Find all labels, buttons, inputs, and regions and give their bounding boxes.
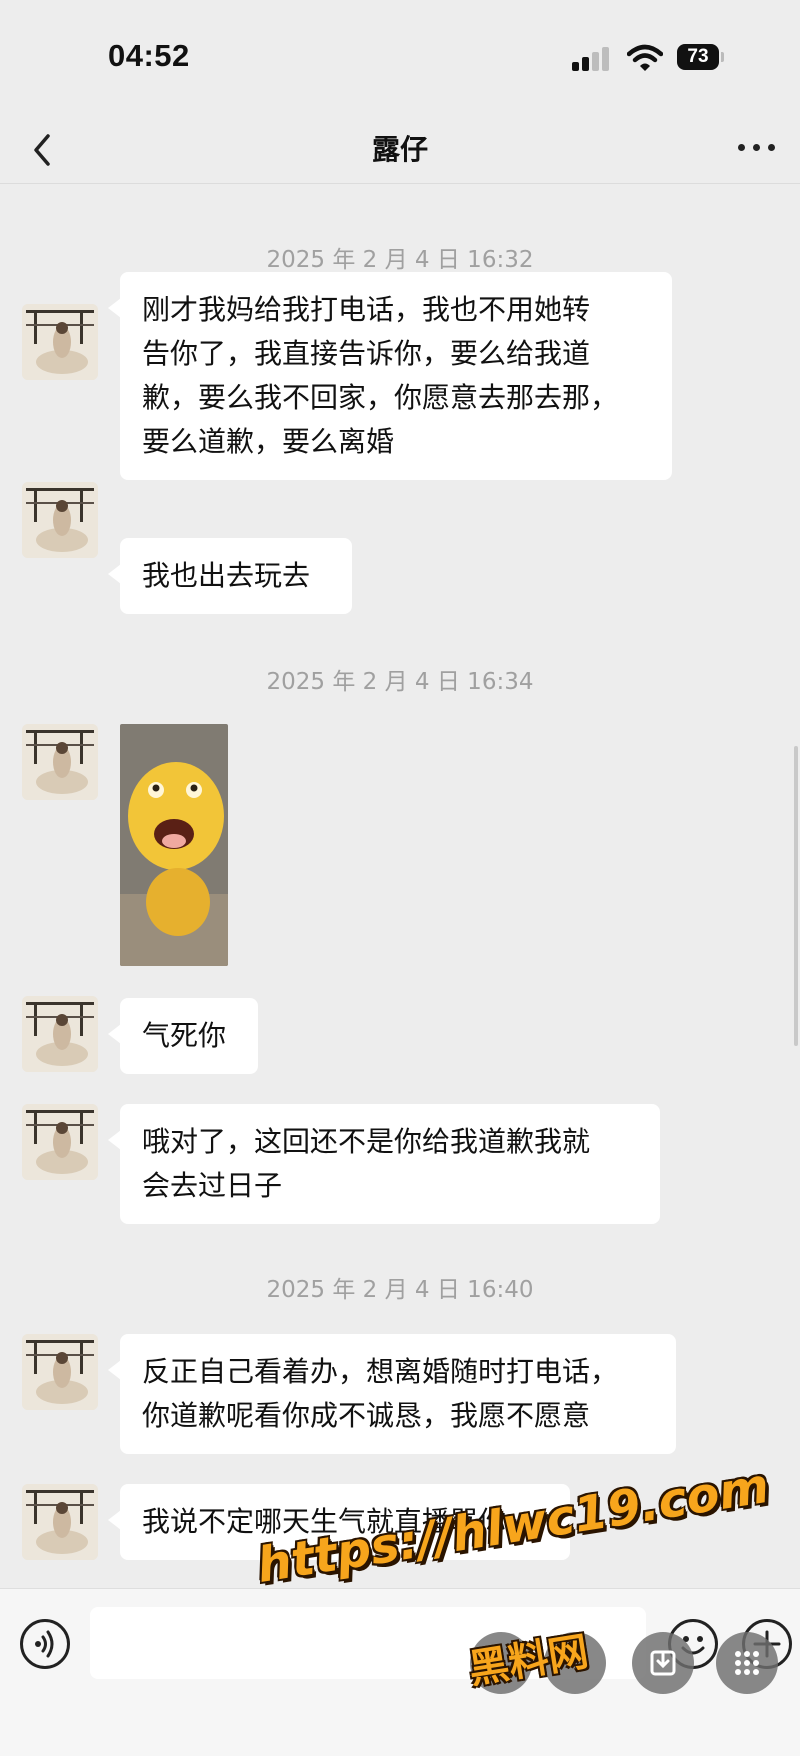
message-bubble[interactable]: 哦对了，这回还不是你给我道歉我就 会去过日子 — [108, 1104, 660, 1224]
battery-tip — [721, 52, 724, 62]
grid-menu-icon[interactable] — [716, 1632, 778, 1694]
timestamp: 2025 年 2 月 4 日 16:32 — [266, 247, 534, 273]
avatar[interactable] — [22, 724, 98, 800]
message-bubble[interactable]: 反正自己看着办，想离婚随时打电话， 你道歉呢看你成不诚恳，我愿不愿意 — [108, 1334, 676, 1454]
status-bar: 04:52 73 — [0, 0, 800, 118]
voice-icon[interactable] — [20, 1619, 70, 1669]
message-list[interactable]: 2025 年 2 月 4 日 16:32 刚才我妈给我打电话，我也不用她转 告你… — [0, 184, 800, 1588]
more-dots-icon[interactable] — [738, 140, 778, 156]
sticker-image — [120, 724, 228, 966]
avatar[interactable] — [22, 482, 98, 558]
dot — [738, 144, 745, 151]
avatar-photo — [22, 1334, 98, 1410]
avatar-photo — [22, 1104, 98, 1180]
cellular-signal-icon — [572, 47, 609, 71]
avatar[interactable] — [22, 1334, 98, 1410]
voice-waves — [35, 1630, 54, 1658]
avatar-photo — [22, 1484, 98, 1560]
message-bubble[interactable]: 我也出去玩去 — [108, 538, 352, 614]
dot — [753, 144, 760, 151]
message-bubble[interactable]: 刚才我妈给我打电话，我也不用她转 告你了，我直接告诉你，要么给我道 歉，要么我不… — [108, 272, 672, 480]
avatar-photo — [22, 304, 98, 380]
avatar[interactable] — [22, 304, 98, 380]
timestamp: 2025 年 2 月 4 日 16:40 — [266, 1277, 534, 1303]
dot — [768, 144, 775, 151]
chat-header: 露仔 — [0, 118, 800, 184]
avatar-photo — [22, 996, 98, 1072]
avatar-photo — [22, 724, 98, 800]
timestamp: 2025 年 2 月 4 日 16:34 — [266, 669, 534, 695]
status-time: 04:52 — [108, 38, 190, 73]
chat-title[interactable]: 露仔 — [0, 128, 800, 168]
avatar-photo — [22, 482, 98, 558]
avatar[interactable] — [22, 1484, 98, 1560]
scrollbar[interactable] — [794, 746, 798, 1046]
avatar[interactable] — [22, 1104, 98, 1180]
avatar[interactable] — [22, 996, 98, 1072]
yellow-cartoon-sticker[interactable] — [120, 724, 228, 966]
wifi-icon — [627, 44, 663, 71]
download-glyph — [650, 1650, 676, 1676]
message-bubble[interactable]: 气死你 — [108, 998, 258, 1074]
battery-indicator: 73 — [677, 44, 719, 70]
download-icon[interactable] — [632, 1632, 694, 1694]
grid-glyph — [735, 1651, 759, 1675]
